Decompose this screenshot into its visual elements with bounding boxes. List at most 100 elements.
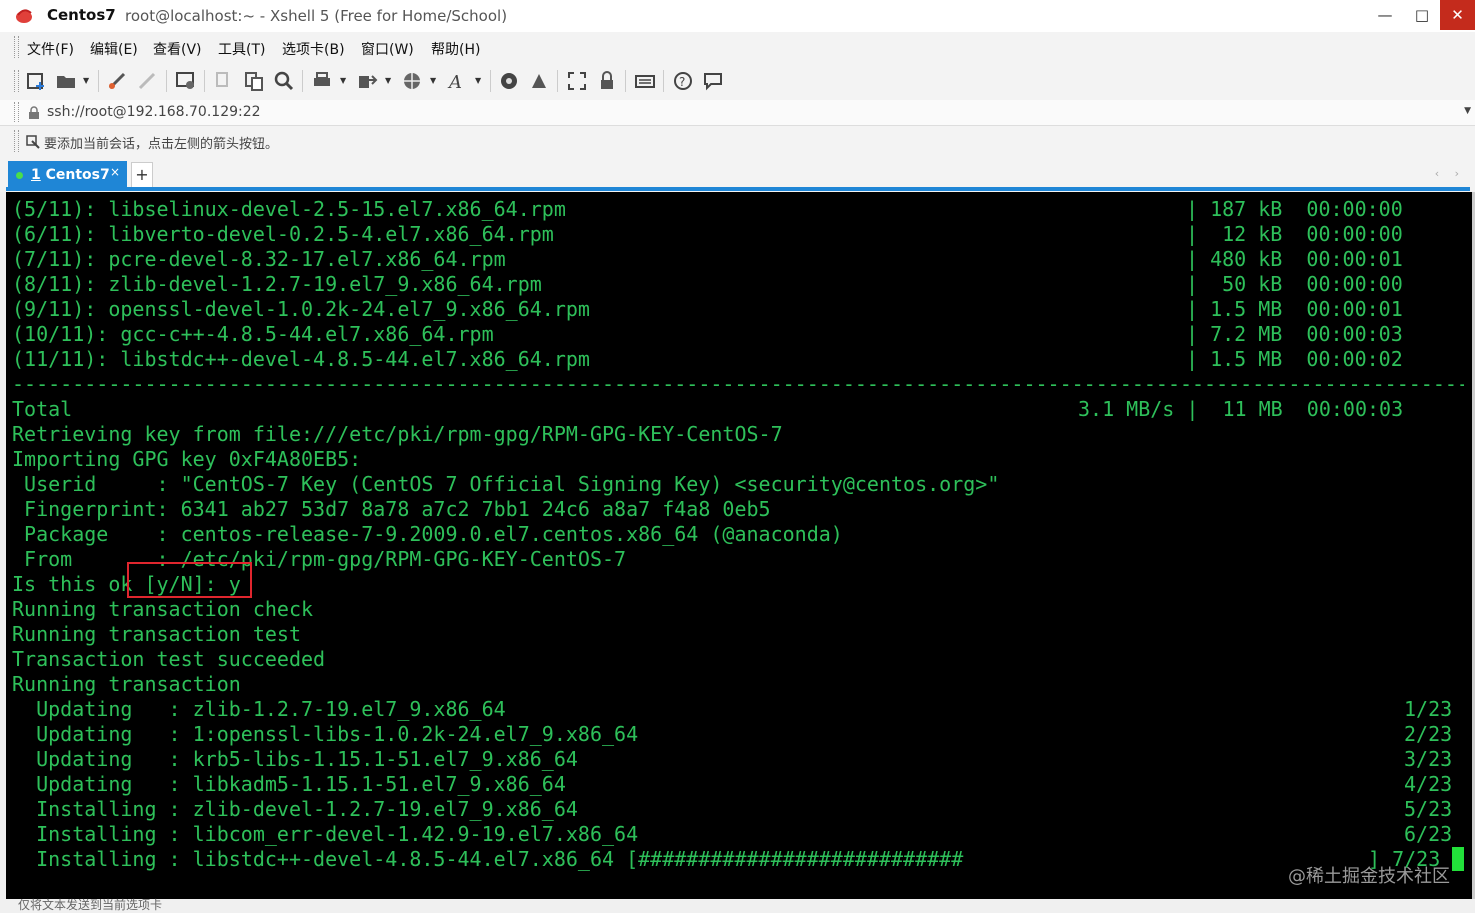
highlight-box [127,562,252,598]
terminal-line: | 1.5 MB 00:00:02 [1186,347,1403,371]
terminal-line: (9/11): openssl-devel-1.0.2k-24.el7_9.x8… [12,297,590,321]
properties-icon[interactable] [175,70,197,92]
terminal-line: (10/11): gcc-c++-4.8.5-44.el7.x86_64.rpm [12,322,494,346]
hint-text: 要添加当前会话，点击左侧的箭头按钮。 [44,137,279,152]
menu-window[interactable]: 窗口(W) [361,39,414,59]
xmanager-icon[interactable] [528,70,550,92]
connected-status-icon [16,172,23,179]
find-icon[interactable] [273,70,295,92]
terminal-line: Running transaction [12,672,241,696]
tab-index: 1 [31,167,41,183]
tab-centos7[interactable]: 1 Centos7 × [8,161,127,188]
connect-icon[interactable] [106,70,128,92]
menu-tools[interactable]: 工具(T) [218,39,265,59]
window-title: Centos7 [47,6,116,24]
address-grip [14,102,19,122]
toolbar-grip [14,70,19,92]
toolbar: ▼ ▼ ▼ ▼ A ▼ ? [0,62,1475,101]
address-input[interactable]: ssh://root@192.168.70.129:22 [47,104,261,120]
tab-scroll-arrows[interactable]: ‹ › [1435,167,1465,180]
xshell-logo-icon [14,7,34,25]
menu-tabs[interactable]: 选项卡(B) [282,39,345,59]
copy-icon[interactable] [213,70,235,92]
terminal-line: | 50 kB 00:00:00 [1186,272,1403,296]
terminal-line: Updating : zlib-1.2.7-19.el7_9.x86_64 [12,697,506,721]
terminal-line: From : /etc/pki/rpm-gpg/RPM-GPG-KEY-Cent… [12,547,627,571]
terminal-line: | 187 kB 00:00:00 [1186,197,1403,221]
menu-file[interactable]: 文件(F) [27,39,74,59]
terminal-line: (5/11): libselinux-devel-2.5-15.el7.x86_… [12,197,566,221]
terminal-line: Total [12,397,73,421]
close-button[interactable]: ✕ [1440,0,1475,30]
menu-bar: 文件(F) 编辑(E) 查看(V) 工具(T) 选项卡(B) 窗口(W) 帮助(… [0,32,1475,62]
terminal-line: (7/11): pcre-devel-8.32-17.el7.x86_64.rp… [12,247,506,271]
terminal-line: Installing : zlib-devel-1.2.7-19.el7_9.x… [12,797,578,821]
terminal-line: 3/23 [1404,747,1453,771]
fullscreen-icon[interactable] [566,70,588,92]
terminal-separator: ----------------------------------------… [12,372,1464,396]
transfer-icon[interactable] [356,70,378,92]
terminal[interactable]: (5/11): libselinux-devel-2.5-15.el7.x86_… [6,192,1472,899]
tab-title: Centos7 [45,167,110,183]
address-bar: ssh://root@192.168.70.129:22 ▼ [0,100,1475,126]
globe-icon[interactable] [401,70,423,92]
tab-close-icon[interactable]: × [110,165,120,179]
terminal-line: Running transaction check [12,597,314,621]
hint-bar: 要添加当前会话，点击左侧的箭头按钮。 [0,126,1475,156]
address-dropdown-icon[interactable]: ▼ [1464,106,1471,116]
terminal-line: 1/23 [1404,697,1453,721]
title-bar: Centos7 root@localhost:~ - Xshell 5 (Fre… [0,0,1475,32]
print-dropdown-icon[interactable]: ▼ [340,76,346,85]
maximize-button[interactable]: □ [1402,0,1442,30]
help-icon[interactable]: ? [672,70,694,92]
terminal-line: | 12 kB 00:00:00 [1186,222,1403,246]
xftp-icon[interactable] [498,70,520,92]
tab-underline [6,187,1470,191]
new-session-icon[interactable] [25,70,47,92]
terminal-line: Updating : 1:openssl-libs-1.0.2k-24.el7_… [12,722,639,746]
add-tab-button[interactable]: + [131,162,153,188]
status-text: 仅将文本发送到当前选项卡 [18,898,163,912]
terminal-line: (11/11): libstdc++-devel-4.8.5-44.el7.x8… [12,347,590,371]
terminal-line: Updating : libkadm5-1.15.1-51.el7_9.x86_… [12,772,566,796]
toolbar-separator [663,70,664,92]
menu-view[interactable]: 查看(V) [153,39,202,59]
print-icon[interactable] [311,70,333,92]
toolbar-separator [302,70,303,92]
font-icon[interactable]: A [446,70,468,93]
toolbar-separator [204,70,205,92]
toolbar-separator [166,70,167,92]
toolbar-separator [557,70,558,92]
terminal-line: Transaction test succeeded [12,647,326,671]
terminal-line: Installing : libstdc++-devel-4.8.5-44.el… [12,847,964,871]
terminal-line: Userid : "CentOS-7 Key (CentOS 7 Officia… [12,472,1000,496]
minimize-button[interactable]: — [1365,0,1405,30]
tab-label: 1 Centos7 [31,167,110,183]
toolbar-separator [490,70,491,92]
open-dropdown-icon[interactable]: ▼ [83,76,89,85]
menu-edit[interactable]: 编辑(E) [90,39,138,59]
watermark: @稀土掘金技术社区 [1288,866,1450,887]
terminal-line: Retrieving key from file:///etc/pki/rpm-… [12,422,783,446]
menu-grip [14,36,19,58]
terminal-line: 6/23 [1404,822,1453,846]
transfer-dropdown-icon[interactable]: ▼ [385,76,391,85]
lock-icon[interactable] [596,70,618,92]
menu-help[interactable]: 帮助(H) [431,39,480,59]
chat-icon[interactable] [702,70,724,92]
paste-icon[interactable] [243,70,265,92]
terminal-line: Updating : krb5-libs-1.15.1-51.el7_9.x86… [12,747,578,771]
open-folder-icon[interactable] [55,70,77,92]
keyboard-icon[interactable] [634,70,656,92]
svg-text:A: A [447,72,462,92]
font-dropdown-icon[interactable]: ▼ [475,76,481,85]
terminal-line: | 7.2 MB 00:00:03 [1186,322,1403,346]
terminal-cursor [1452,847,1464,871]
globe-dropdown-icon[interactable]: ▼ [430,76,436,85]
disconnect-icon[interactable] [136,70,158,92]
terminal-line: (8/11): zlib-devel-1.2.7-19.el7_9.x86_64… [12,272,542,296]
arrow-icon[interactable] [26,134,40,153]
toolbar-separator [98,70,99,92]
terminal-line: Importing GPG key 0xF4A80EB5: [12,447,362,471]
address-lock-icon [28,105,40,124]
